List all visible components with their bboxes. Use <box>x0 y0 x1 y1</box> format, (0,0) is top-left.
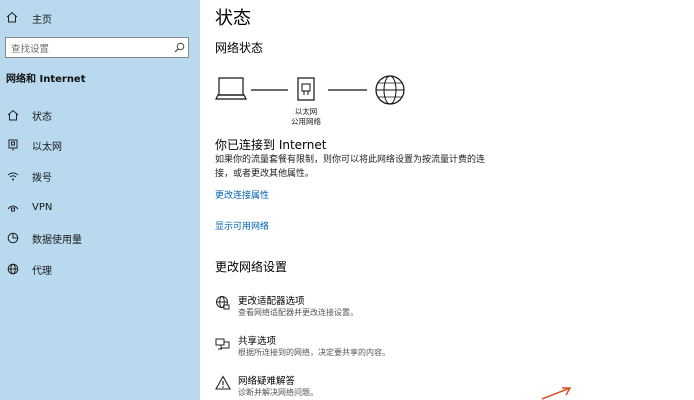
search-placeholder: 查找设置 <box>11 43 50 55</box>
search-input[interactable]: 查找设置 <box>5 37 189 58</box>
sidebar-item-proxy[interactable]: 代理 <box>6 261 52 277</box>
globe-icon <box>6 262 20 276</box>
sharing-icon <box>215 335 231 351</box>
home-icon <box>6 11 20 26</box>
warning-icon <box>215 375 231 391</box>
sidebar-item-label: 拨号 <box>32 172 52 184</box>
vpn-icon <box>6 200 20 214</box>
network-troubleshooter-item[interactable]: 网络疑难解答 诊断并解决网络问题。 <box>215 373 515 400</box>
option-title: 共享选项 <box>238 336 277 347</box>
adapter-name: 以太网 <box>294 107 318 116</box>
sidebar-item-ethernet[interactable]: 以太网 <box>6 137 62 153</box>
ethernet-adapter-icon <box>297 77 315 101</box>
network-diagram: 以太网 公用网络 <box>215 74 415 130</box>
sidebar-item-data-usage[interactable]: 数据使用量 <box>6 230 82 246</box>
section-title: 网络和 Internet <box>6 74 86 85</box>
search-icon[interactable] <box>170 42 188 53</box>
pointer-arrow-annotation <box>540 385 580 400</box>
connection-status-title: 你已连接到 Internet <box>215 138 327 152</box>
ethernet-icon <box>6 138 20 152</box>
home-nav-item[interactable]: 主页 <box>6 10 52 26</box>
show-available-networks-link[interactable]: 显示可用网络 <box>215 219 269 232</box>
sidebar-item-label: 状态 <box>32 111 52 123</box>
option-title: 网络疑难解答 <box>238 376 296 387</box>
laptop-icon <box>215 77 247 100</box>
option-title: 更改适配器选项 <box>238 296 305 307</box>
adapter-globe-icon <box>215 295 231 311</box>
sidebar-item-label: 数据使用量 <box>32 234 82 246</box>
globe-icon <box>375 75 405 105</box>
sidebar-item-label: 以太网 <box>32 141 62 153</box>
main-content: 状态 网络状态 以太网 公用网络 你已连接到 Internet 如果你的流量套餐… <box>200 0 694 400</box>
sidebar-item-dialup[interactable]: 拨号 <box>6 168 52 184</box>
sharing-options-item[interactable]: 共享选项 根据所连接到的网络，决定要共享的内容。 <box>215 333 515 363</box>
option-description: 查看网络适配器并更改连接设置。 <box>238 308 358 317</box>
dialup-icon <box>6 169 20 183</box>
change-network-settings-heading: 更改网络设置 <box>215 260 288 274</box>
option-description: 诊断并解决网络问题。 <box>238 388 318 397</box>
adapter-network-type: 公用网络 <box>291 117 321 126</box>
network-status-heading: 网络状态 <box>215 41 264 55</box>
adapter-options-item[interactable]: 更改适配器选项 查看网络适配器并更改连接设置。 <box>215 293 515 323</box>
home-icon <box>6 108 20 122</box>
sidebar-item-label: 代理 <box>32 265 52 277</box>
page-title: 状态 <box>215 8 251 29</box>
change-connection-properties-link[interactable]: 更改连接属性 <box>215 188 269 201</box>
connection-status-description: 如果你的流量套餐有限制，则你可以将此网络设置为按流量计费的连接，或者更改其他属性… <box>215 155 486 179</box>
sidebar: 主页 查找设置 网络和 Internet 状态 以太网 拨号 VPN 数据使用量… <box>0 0 200 400</box>
option-description: 根据所连接到的网络，决定要共享的内容。 <box>238 348 390 357</box>
sidebar-item-vpn[interactable]: VPN <box>6 199 52 215</box>
sidebar-item-label: VPN <box>32 201 53 213</box>
data-usage-icon <box>6 231 20 245</box>
home-label: 主页 <box>32 14 52 26</box>
sidebar-item-status[interactable]: 状态 <box>6 107 52 123</box>
